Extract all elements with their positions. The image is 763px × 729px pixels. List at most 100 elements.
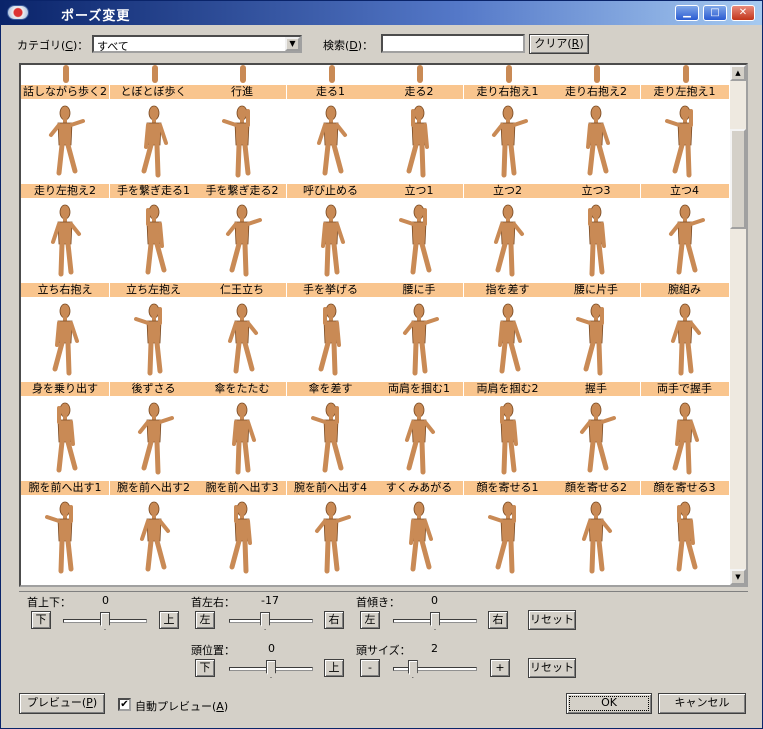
pose-thumbnail[interactable] xyxy=(552,495,640,580)
pose-thumbnail[interactable] xyxy=(640,495,729,580)
clear-button[interactable]: クリア(R) xyxy=(529,34,589,54)
pose-thumbnail[interactable] xyxy=(286,198,375,283)
ok-button[interactable]: OK xyxy=(566,693,652,714)
head-position-label: 頭位置： xyxy=(191,644,235,657)
pose-thumbnail[interactable] xyxy=(375,495,463,580)
neck-tilt-label: 首傾き： xyxy=(356,596,400,609)
pose-label: 両肩を掴む2 xyxy=(463,382,552,396)
auto-preview-label[interactable]: 自動プレビュー(A) xyxy=(135,698,228,714)
pose-label: 行進 xyxy=(198,85,286,99)
head-down-button[interactable]: 下 xyxy=(195,659,215,677)
pose-thumbnail[interactable] xyxy=(198,198,286,283)
pose-thumbnail[interactable] xyxy=(21,297,109,382)
search-label: 検索(D)： xyxy=(323,37,373,53)
pose-thumbnail[interactable] xyxy=(198,495,286,580)
head-size-minus-button[interactable]: - xyxy=(360,659,380,677)
scroll-thumb[interactable] xyxy=(730,129,746,229)
head-up-button[interactable]: 上 xyxy=(324,659,344,677)
pose-thumbnail[interactable] xyxy=(375,65,463,85)
minimize-button[interactable]: ▁ xyxy=(675,5,699,21)
pose-thumbnail[interactable] xyxy=(640,65,729,85)
pose-thumbnail[interactable] xyxy=(463,65,552,85)
neck-left-button[interactable]: 左 xyxy=(195,611,215,629)
pose-thumbnail[interactable] xyxy=(552,99,640,184)
pose-thumbnail[interactable] xyxy=(640,198,729,283)
search-input[interactable] xyxy=(381,34,525,53)
pose-thumbnail[interactable] xyxy=(21,396,109,481)
pose-thumbnail[interactable] xyxy=(286,65,375,85)
neck-tilt-right-button[interactable]: 右 xyxy=(488,611,508,629)
head-size-value: 2 xyxy=(431,642,438,655)
pose-thumbnail[interactable] xyxy=(21,198,109,283)
pose-thumbnail[interactable] xyxy=(552,198,640,283)
category-label: カテゴリ(C)： xyxy=(17,37,88,53)
pose-label: 仁王立ち xyxy=(198,283,286,297)
reset-neck-button[interactable]: リセット xyxy=(528,610,576,630)
pose-thumbnail[interactable] xyxy=(375,99,463,184)
pose-thumbnail[interactable] xyxy=(109,65,198,85)
pose-thumbnail[interactable] xyxy=(375,198,463,283)
pose-thumbnail[interactable] xyxy=(198,65,286,85)
pose-thumbnail[interactable] xyxy=(552,297,640,382)
search-label-suffix: )： xyxy=(357,39,374,52)
category-label-suffix: )： xyxy=(72,39,89,52)
head-size-plus-button[interactable]: + xyxy=(490,659,510,677)
pose-label: 傘を差す xyxy=(286,382,375,396)
neck-tilt-left-button[interactable]: 左 xyxy=(360,611,380,629)
mannequin-figure-icon xyxy=(141,105,168,178)
head-position-value: 0 xyxy=(268,642,275,655)
pose-thumbnail[interactable] xyxy=(286,396,375,481)
mannequin-figure-icon xyxy=(491,105,528,178)
mannequin-figure-icon xyxy=(228,303,258,374)
pose-thumbnail[interactable] xyxy=(198,297,286,382)
pose-thumbnail[interactable] xyxy=(109,198,198,283)
pose-thumbnail[interactable] xyxy=(463,198,552,283)
pose-thumbnail[interactable] xyxy=(286,99,375,184)
mannequin-figure-icon xyxy=(664,105,693,178)
window-title: ポーズ変更 xyxy=(61,9,131,24)
scroll-up-icon[interactable]: ▲ xyxy=(730,65,746,81)
pose-thumbnail[interactable] xyxy=(463,495,552,580)
cancel-button[interactable]: キャンセル xyxy=(658,693,746,714)
pose-thumbnail[interactable] xyxy=(21,99,109,184)
category-select[interactable]: すべて ▼ xyxy=(92,35,302,53)
neck-down-button[interactable]: 下 xyxy=(31,611,51,629)
pose-thumbnail[interactable] xyxy=(375,297,463,382)
pose-thumbnail[interactable] xyxy=(640,99,729,184)
pose-label: 手を繋ぎ走る2 xyxy=(198,184,286,198)
pose-thumbnail[interactable] xyxy=(21,65,109,85)
pose-thumbnail[interactable] xyxy=(552,65,640,85)
pose-label: 走る2 xyxy=(375,85,463,99)
pose-thumbnail[interactable] xyxy=(640,297,729,382)
pose-thumbnail[interactable] xyxy=(286,495,375,580)
preview-accel: P xyxy=(86,696,93,709)
pose-label: 走り右抱え2 xyxy=(552,85,640,99)
pose-thumbnail[interactable] xyxy=(286,297,375,382)
pose-label: 立ち左抱え xyxy=(109,283,198,297)
pose-thumbnail[interactable] xyxy=(109,297,198,382)
pose-thumbnail[interactable] xyxy=(552,396,640,481)
pose-thumbnail[interactable] xyxy=(463,297,552,382)
pose-thumbnail[interactable] xyxy=(198,396,286,481)
pose-thumbnail[interactable] xyxy=(109,99,198,184)
neck-up-button[interactable]: 上 xyxy=(159,611,179,629)
vertical-scrollbar[interactable]: ▲ ▼ xyxy=(730,65,746,585)
neck-right-button[interactable]: 右 xyxy=(324,611,344,629)
pose-thumbnail[interactable] xyxy=(109,495,198,580)
pose-thumbnail[interactable] xyxy=(463,99,552,184)
pose-thumbnail[interactable] xyxy=(375,396,463,481)
auto-preview-checkbox[interactable]: ✔ xyxy=(118,698,131,711)
maximize-button[interactable]: □ xyxy=(703,5,727,21)
reset-head-button[interactable]: リセット xyxy=(528,658,576,678)
pose-thumbnail[interactable] xyxy=(640,396,729,481)
preview-button[interactable]: プレビュー(P) xyxy=(19,693,105,714)
close-button[interactable]: ✕ xyxy=(731,5,755,21)
pose-thumbnail[interactable] xyxy=(463,396,552,481)
pose-thumbnail[interactable] xyxy=(198,99,286,184)
scroll-down-icon[interactable]: ▼ xyxy=(730,569,746,585)
pose-thumbnail[interactable] xyxy=(21,495,109,580)
clear-label-suffix: ) xyxy=(579,37,584,50)
chevron-down-icon[interactable]: ▼ xyxy=(285,37,300,51)
pose-thumbnail[interactable] xyxy=(109,396,198,481)
mannequin-figure-icon xyxy=(139,501,170,572)
